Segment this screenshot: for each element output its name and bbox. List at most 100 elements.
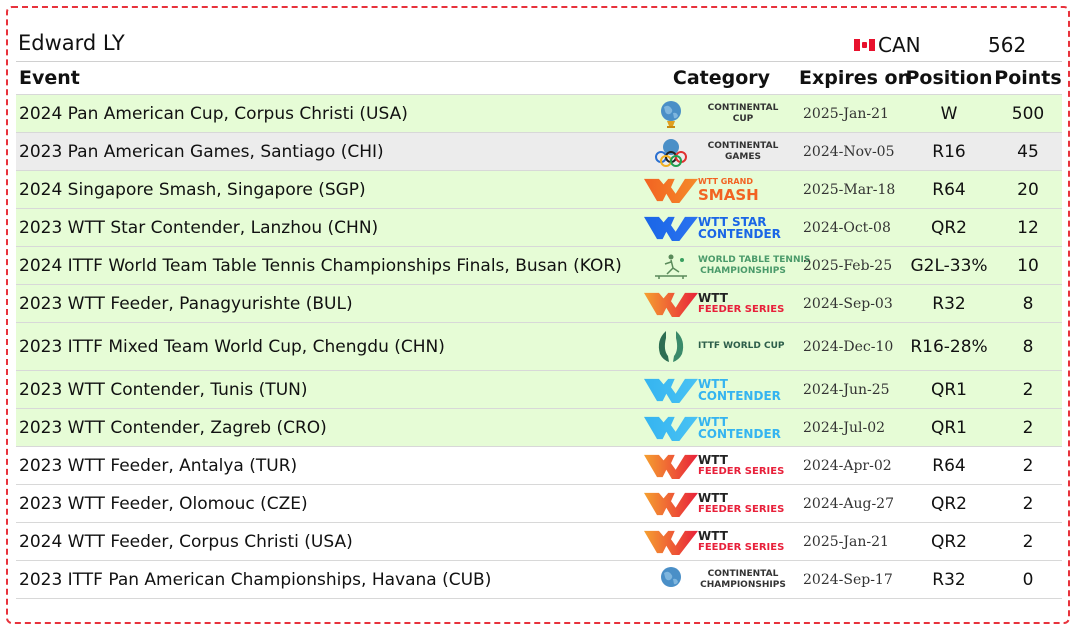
- column-header-points[interactable]: Points: [994, 62, 1062, 95]
- table-row: 2023 WTT Feeder, Antalya (TUR) WTT FEEDER…: [16, 446, 1062, 485]
- category-label: CONTINENTAL CHAMPIONSHIPS: [698, 569, 788, 591]
- category-label-line-2: SMASH: [698, 186, 759, 204]
- category-label-line-1: WTT: [698, 414, 728, 429]
- points: 2: [994, 484, 1062, 523]
- position: R32: [904, 284, 994, 323]
- event-name: 2023 WTT Feeder, Panagyurishte (BUL): [16, 284, 644, 323]
- category-label-line-2: CHAMPIONSHIPS: [700, 265, 786, 276]
- position: QR2: [904, 522, 994, 561]
- category-cell: WTT CONTENDER: [644, 408, 799, 447]
- expires-date: 2025-Feb-25: [799, 246, 904, 285]
- position: G2L-33%: [904, 246, 994, 285]
- points: 500: [994, 94, 1062, 133]
- table-row: 2023 Pan American Games, Santiago (CHI) …: [16, 132, 1062, 171]
- category-cell: WTT FEEDER SERIES: [644, 522, 799, 561]
- expires-date: 2025-Jan-21: [799, 94, 904, 133]
- events-table: Event Category Expires on Position Point…: [16, 62, 1062, 599]
- category-label-line-1: CONTINENTAL: [707, 568, 779, 579]
- points: 10: [994, 246, 1062, 285]
- total-points: 562: [988, 33, 1027, 57]
- category-cell: WTT CONTENDER: [644, 370, 799, 409]
- wtt-feeder-icon: [644, 289, 698, 319]
- player-country: CAN: [854, 33, 921, 57]
- category-label: WTT CONTENDER: [698, 378, 781, 402]
- category-label-line-1: WTT STAR: [698, 214, 767, 229]
- category-label: WORLD TABLE TENNIS CHAMPIONSHIPS: [698, 254, 811, 277]
- column-header-position[interactable]: Position: [904, 62, 994, 95]
- category-label-line-1: WORLD TABLE TENNIS: [698, 254, 811, 265]
- expires-date: 2024-Oct-08: [799, 208, 904, 247]
- category-label: WTT FEEDER SERIES: [698, 292, 784, 316]
- event-name: 2023 WTT Feeder, Olomouc (CZE): [16, 484, 644, 523]
- category-cell: WTT GRAND SMASH: [644, 170, 799, 209]
- category-label-line-2: FEEDER SERIES: [698, 503, 785, 515]
- position: R16-28%: [904, 322, 994, 371]
- country-code: CAN: [878, 33, 921, 57]
- category-label-line-2: CONTENDER: [698, 226, 781, 241]
- continental-games-icon: [644, 137, 698, 167]
- category-label: WTT GRAND SMASH: [698, 176, 759, 203]
- table-row: 2023 WTT Star Contender, Lanzhou (CHN) W…: [16, 208, 1062, 247]
- category-label-line-2: FEEDER SERIES: [698, 541, 785, 553]
- event-name: 2024 WTT Feeder, Corpus Christi (USA): [16, 522, 644, 561]
- event-name: 2024 Pan American Cup, Corpus Christi (U…: [16, 94, 644, 133]
- expires-date: 2024-Dec-10: [799, 322, 904, 371]
- wtt-feeder-icon: [644, 489, 698, 519]
- category-label-line-2: CONTENDER: [698, 426, 781, 441]
- table-row: 2023 WTT Contender, Zagreb (CRO) WTT CONT…: [16, 408, 1062, 447]
- wtt-contender-icon: [644, 375, 698, 405]
- position: QR2: [904, 208, 994, 247]
- table-row: 2023 ITTF Pan American Championships, Ha…: [16, 560, 1062, 599]
- points: 2: [994, 522, 1062, 561]
- category-cell: WTT STAR CONTENDER: [644, 208, 799, 247]
- wtt-star-contender-icon: [644, 213, 698, 243]
- continental-cup-icon: [644, 99, 698, 129]
- category-label-line-1: CONTINENTAL: [707, 102, 779, 113]
- position: R64: [904, 170, 994, 209]
- continental-championships-icon: [644, 565, 698, 595]
- category-cell: CONTINENTAL GAMES: [644, 132, 799, 171]
- table-header-row: Event Category Expires on Position Point…: [16, 62, 1062, 95]
- category-label-line-2: FEEDER SERIES: [698, 465, 785, 477]
- position: R32: [904, 560, 994, 599]
- event-name: 2023 WTT Star Contender, Lanzhou (CHN): [16, 208, 644, 247]
- category-cell: CONTINENTAL CHAMPIONSHIPS: [644, 560, 799, 599]
- event-name: 2024 ITTF World Team Table Tennis Champi…: [16, 246, 644, 285]
- points: 12: [994, 208, 1062, 247]
- category-label-line-2: CONTENDER: [698, 388, 781, 403]
- position: R64: [904, 446, 994, 485]
- table-row: 2023 WTT Feeder, Olomouc (CZE) WTT FEEDER…: [16, 484, 1062, 523]
- category-label-line-1: ITTF WORLD CUP: [698, 341, 785, 351]
- category-label: CONTINENTAL CUP: [698, 103, 788, 125]
- table-row: 2023 WTT Feeder, Panagyurishte (BUL) WTT…: [16, 284, 1062, 323]
- expires-date: 2024-Sep-17: [799, 560, 904, 599]
- column-header-event[interactable]: Event: [16, 62, 644, 95]
- category-label: CONTINENTAL GAMES: [698, 141, 788, 163]
- category-cell: ITTF WORLD CUP: [644, 322, 799, 371]
- column-header-expires[interactable]: Expires on: [799, 62, 911, 95]
- canada-flag-icon: [854, 39, 875, 51]
- category-cell: WTT FEEDER SERIES: [644, 446, 799, 485]
- category-cell: WORLD TABLE TENNIS CHAMPIONSHIPS: [644, 246, 811, 285]
- wtt-contender-icon: [644, 413, 698, 443]
- event-name: 2024 Singapore Smash, Singapore (SGP): [16, 170, 644, 209]
- points: 2: [994, 408, 1062, 447]
- column-header-category[interactable]: Category: [644, 62, 799, 95]
- expires-date: 2024-Jul-02: [799, 408, 904, 447]
- wtt-feeder-icon: [644, 451, 698, 481]
- category-label: WTT CONTENDER: [698, 416, 781, 440]
- points: 8: [994, 284, 1062, 323]
- expires-date: 2024-Sep-03: [799, 284, 904, 323]
- points: 2: [994, 370, 1062, 409]
- position: QR1: [904, 408, 994, 447]
- event-name: 2023 ITTF Mixed Team World Cup, Chengdu …: [16, 322, 644, 371]
- position: W: [904, 94, 994, 133]
- category-label-line-1: WTT: [698, 376, 728, 391]
- points: 45: [994, 132, 1062, 171]
- expires-date: 2024-Nov-05: [799, 132, 904, 171]
- category-cell: CONTINENTAL CUP: [644, 94, 799, 133]
- category-label-line-1: WTT: [698, 528, 728, 543]
- category-label: ITTF WORLD CUP: [698, 341, 788, 352]
- category-label: WTT FEEDER SERIES: [698, 530, 784, 554]
- expires-date: 2024-Apr-02: [799, 446, 904, 485]
